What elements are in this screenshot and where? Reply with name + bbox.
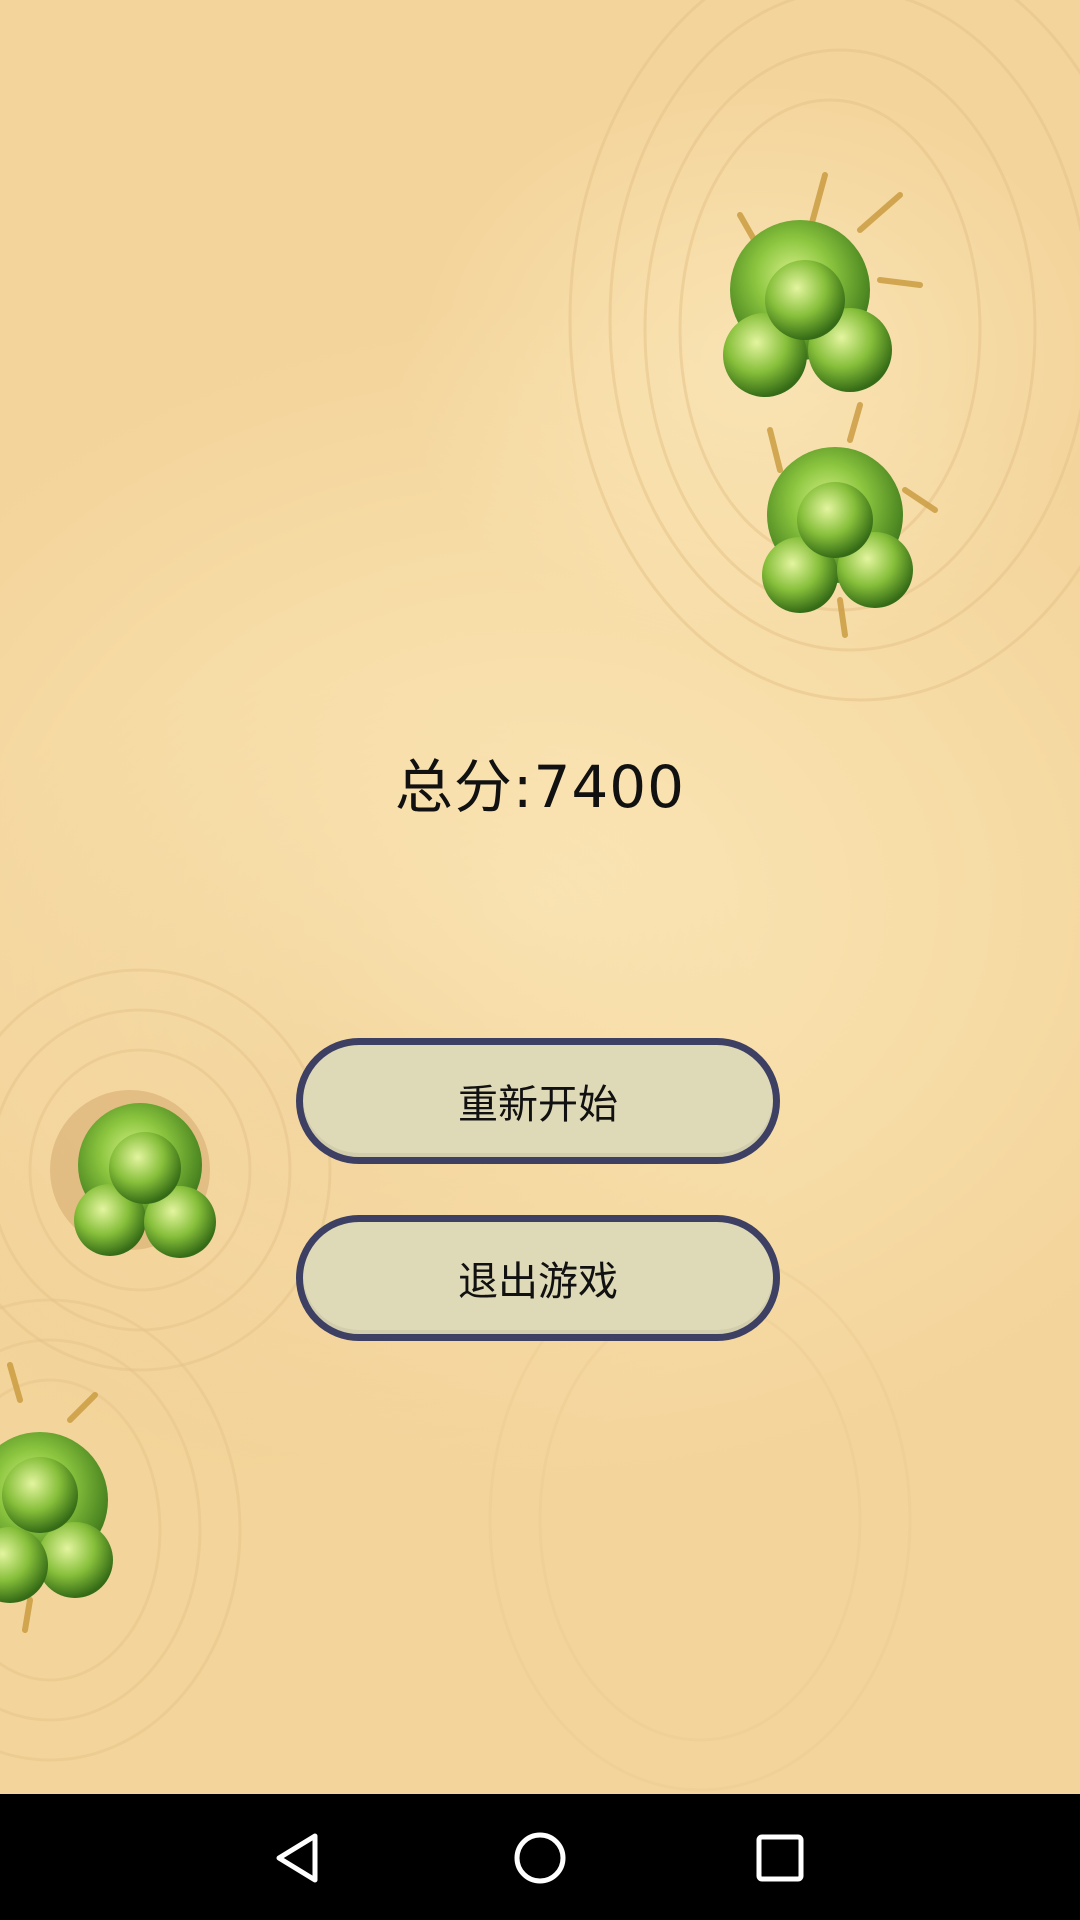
bush-icon — [723, 172, 923, 397]
total-score: 总分:7400 — [394, 753, 686, 821]
sand-ripples — [0, 0, 1080, 1792]
bush-icon — [50, 1090, 216, 1258]
recents-icon[interactable] — [744, 1822, 816, 1894]
system-navigation-bar — [0, 1794, 1080, 1920]
bush-icon — [762, 402, 938, 638]
exit-game-button[interactable]: 退出游戏 — [296, 1215, 780, 1341]
sand-background: 总分:7400 重新开始 退出游戏 — [0, 0, 1080, 1794]
home-icon[interactable] — [504, 1822, 576, 1894]
bush-icon — [0, 1362, 113, 1633]
restart-button[interactable]: 重新开始 — [296, 1038, 780, 1164]
back-icon[interactable] — [263, 1822, 335, 1894]
game-over-screen: 总分:7400 重新开始 退出游戏 — [0, 0, 1080, 1920]
